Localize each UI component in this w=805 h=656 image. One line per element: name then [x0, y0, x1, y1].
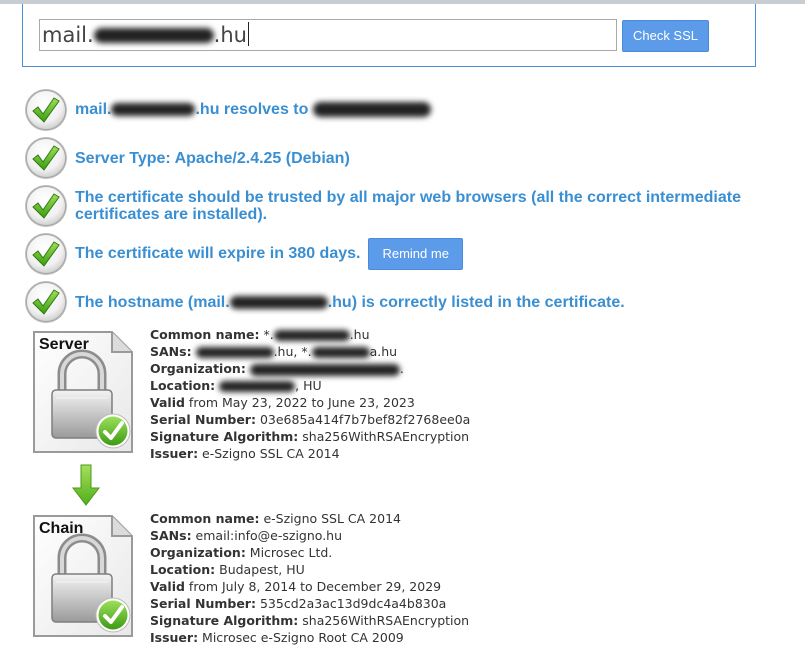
redacted-domain: [111, 103, 196, 117]
redacted-ip: [312, 102, 431, 118]
server-signature-algorithm: Signature Algorithm: sha256WithRSAEncryp…: [150, 429, 470, 444]
server-valid: Valid from May 23, 2022 to June 23, 2023: [150, 395, 415, 410]
server-issuer: Issuer: e-Szigno SSL CA 2014: [150, 446, 340, 461]
green-check-icon: [24, 280, 68, 324]
down-arrow-icon: [72, 464, 100, 506]
chain-sans: SANs: email:info@e-szigno.hu: [150, 528, 343, 543]
redacted-text: [311, 347, 370, 358]
result-trusted-text: The certificate should be trusted by all…: [75, 189, 741, 223]
result-expire-text: The certificate will expire in 380 days.…: [75, 238, 463, 270]
remind-me-button[interactable]: Remind me: [368, 238, 463, 270]
redacted-text: [249, 363, 400, 376]
chain-cert-details: Common name: e-Szigno SSL CA 2014 SANs: …: [150, 510, 469, 646]
server-certificate-lock-icon: Server: [30, 328, 136, 456]
chain-issuer: Issuer: Microsec e-Szigno Root CA 2009: [150, 630, 404, 645]
redacted-domain: [229, 296, 328, 310]
result-hostname: The hostname (mail. .hu) is correctly lis…: [24, 280, 784, 324]
result-hostname-text: The hostname (mail. .hu) is correctly lis…: [75, 294, 625, 311]
text-caret: [247, 22, 249, 46]
result-expire: The certificate will expire in 380 days.…: [24, 232, 784, 276]
result-server-type-text: Server Type: Apache/2.4.25 (Debian): [75, 150, 350, 167]
chain-badge: Chain: [39, 520, 83, 537]
redacted-text: [273, 330, 350, 341]
green-check-icon: [24, 184, 68, 228]
result-resolves: mail. .hu resolves to: [24, 88, 784, 132]
server-badge: Server: [39, 336, 89, 353]
green-check-icon: [24, 232, 68, 276]
server-organization: Organization: .: [150, 361, 404, 376]
chain-certificate-lock-icon: Chain: [30, 512, 136, 640]
hostname-suffix: .hu) is correctly listed in the certific…: [327, 294, 625, 311]
hostname-prefix: The hostname (mail.: [75, 294, 230, 311]
expire-text: The certificate will expire in 380 days.: [75, 245, 361, 263]
result-resolves-text: mail. .hu resolves to: [75, 101, 431, 118]
chain-serial: Serial Number: 535cd2a3ac13d9dc4a4b830a: [150, 596, 447, 611]
check-ssl-button[interactable]: Check SSL: [622, 20, 709, 52]
redacted-domain: [93, 28, 214, 43]
redacted-text: [219, 381, 296, 392]
resolves-prefix: mail.: [75, 101, 112, 118]
server-cert-details: Common name: *. .hu SANs: .hu, *. a.hu Org…: [150, 326, 470, 462]
result-server-type: Server Type: Apache/2.4.25 (Debian): [24, 136, 784, 180]
resolves-suffix: .hu resolves to: [195, 101, 309, 118]
green-check-icon: [24, 88, 68, 132]
chain-signature-algorithm: Signature Algorithm: sha256WithRSAEncryp…: [150, 613, 470, 628]
server-common-name: Common name: *. .hu: [150, 327, 370, 342]
redacted-text: [195, 347, 274, 358]
server-location: Location: , HU: [150, 378, 322, 393]
chain-organization: Organization: Microsec Ltd.: [150, 545, 333, 560]
hostname-input[interactable]: mail. .hu: [39, 19, 617, 51]
chain-common-name: Common name: e-Szigno SSL CA 2014: [150, 511, 401, 526]
server-serial: Serial Number: 03e685a414f7b7bef82f2768e…: [150, 412, 471, 427]
result-trusted: The certificate should be trusted by all…: [24, 184, 784, 228]
hostname-value-suffix: .hu: [213, 23, 247, 47]
search-panel: mail. .hu Check SSL: [22, 4, 756, 67]
chain-location: Location: Budapest, HU: [150, 562, 305, 577]
server-sans: SANs: .hu, *. a.hu: [150, 344, 398, 359]
green-check-icon: [24, 136, 68, 180]
hostname-value-prefix: mail.: [42, 23, 94, 47]
chain-valid: Valid from July 8, 2014 to December 29, …: [150, 579, 442, 594]
